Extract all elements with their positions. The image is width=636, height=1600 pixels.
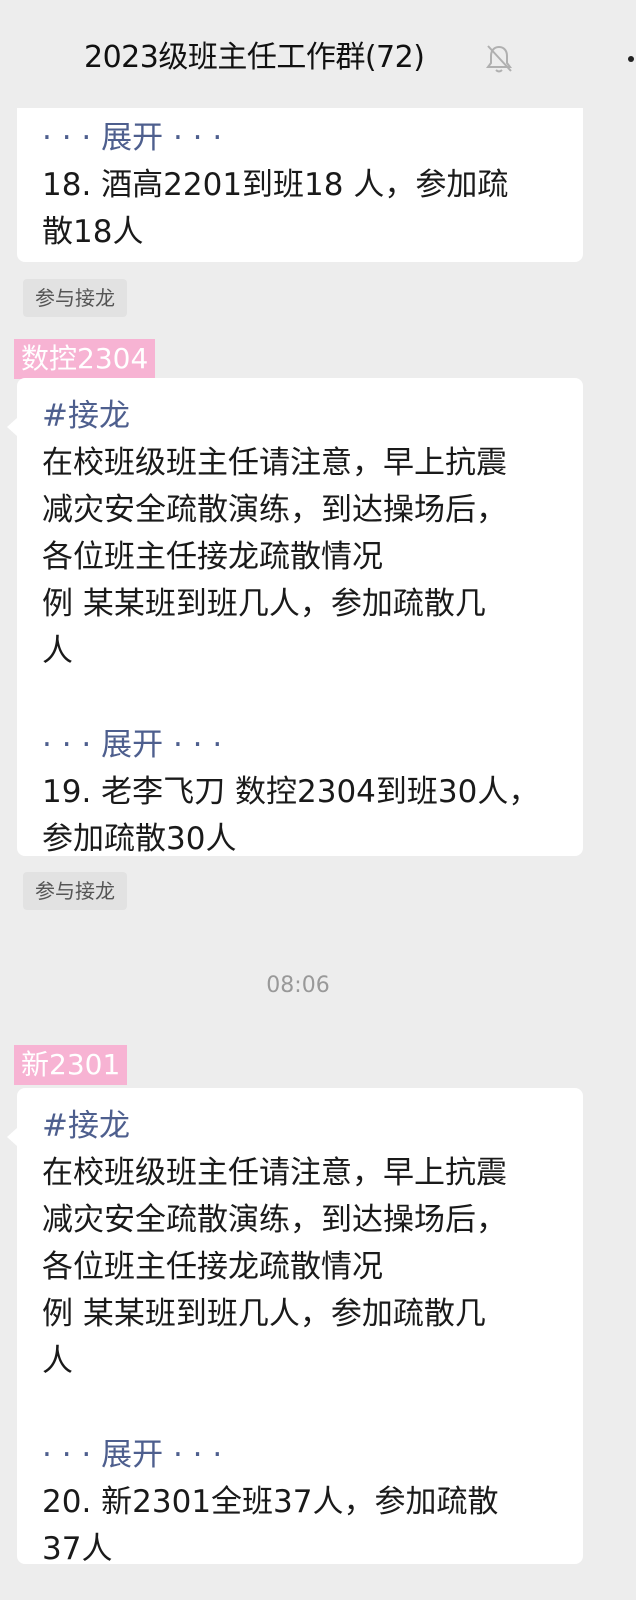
- message-line: 散18人: [42, 214, 144, 250]
- message-line: 参加疏散30人: [42, 821, 237, 857]
- message-line: 人: [42, 1343, 73, 1379]
- message-timestamp: 08:06: [266, 973, 330, 998]
- hashtag-link[interactable]: #接龙: [42, 393, 559, 440]
- sender-name-tag[interactable]: 新2301: [14, 1045, 128, 1085]
- message-line: 19. 老李飞刀 数控2304到班30人，: [42, 774, 540, 810]
- message-bubble[interactable]: · · · 展开 · · · 18. 酒高2201到班18 人，参加疏 散18人: [17, 96, 583, 262]
- message-line: 在校班级班主任请注意，早上抗震: [42, 445, 507, 481]
- sender-name-tag[interactable]: 数控2304: [14, 339, 156, 379]
- bubble-tail: [7, 418, 17, 436]
- message-line: 减灾安全疏散演练，到达操场后，: [42, 1202, 507, 1238]
- expand-link[interactable]: · · · 展开 · · ·: [42, 115, 559, 162]
- hashtag-link[interactable]: #接龙: [42, 1103, 559, 1150]
- expand-link[interactable]: · · · 展开 · · ·: [42, 1432, 559, 1479]
- message-line: 37人: [42, 1531, 113, 1567]
- bubble-tail: [7, 1128, 17, 1146]
- more-icon[interactable]: [626, 54, 636, 64]
- message-line: 例 某某班到班几人，参加疏散几: [42, 1296, 486, 1332]
- message-line: 人: [42, 633, 73, 669]
- message-line: 减灾安全疏散演练，到达操场后，: [42, 492, 507, 528]
- chat-header: 2023级班主任工作群(72): [0, 0, 636, 108]
- join-solitaire-button[interactable]: 参与接龙: [23, 872, 127, 910]
- message-line: 各位班主任接龙疏散情况: [42, 539, 383, 575]
- expand-link[interactable]: · · · 展开 · · ·: [42, 722, 559, 769]
- message-line: 各位班主任接龙疏散情况: [42, 1249, 383, 1285]
- message-line: 20. 新2301全班37人，参加疏散: [42, 1484, 499, 1520]
- message-bubble[interactable]: #接龙 在校班级班主任请注意，早上抗震 减灾安全疏散演练，到达操场后， 各位班主…: [7, 378, 583, 857]
- message-line: 18. 酒高2201到班18 人，参加疏: [42, 167, 509, 203]
- chat-title[interactable]: 2023级班主任工作群(72): [84, 36, 425, 80]
- message-bubble[interactable]: #接龙 在校班级班主任请注意，早上抗震 减灾安全疏散演练，到达操场后， 各位班主…: [7, 1088, 583, 1567]
- message-line: 在校班级班主任请注意，早上抗震: [42, 1155, 507, 1191]
- join-solitaire-button[interactable]: 参与接龙: [23, 279, 127, 317]
- bell-muted-icon: [486, 45, 512, 73]
- message-line: 例 某某班到班几人，参加疏散几: [42, 586, 486, 622]
